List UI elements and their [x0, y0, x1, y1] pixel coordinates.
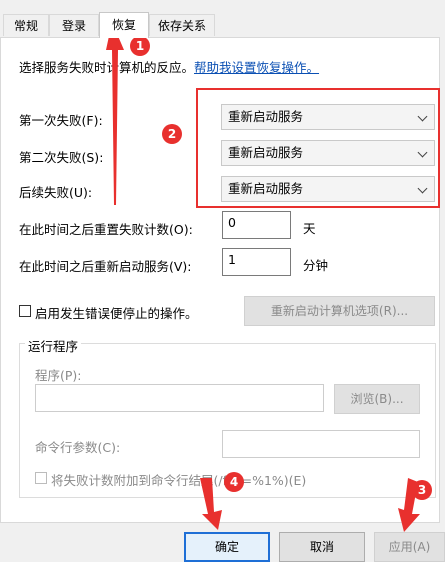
annotation-badge-1: 1: [130, 36, 150, 56]
annotation-badge-2: 2: [162, 124, 182, 144]
annotation-arrows: [106, 22, 420, 532]
arrow-1: [106, 22, 124, 205]
tab-recovery[interactable]: 恢复: [99, 12, 149, 38]
annotation-badge-4: 4: [224, 472, 244, 492]
arrow-4: [200, 478, 222, 530]
annotation-badge-3: 3: [412, 480, 432, 500]
